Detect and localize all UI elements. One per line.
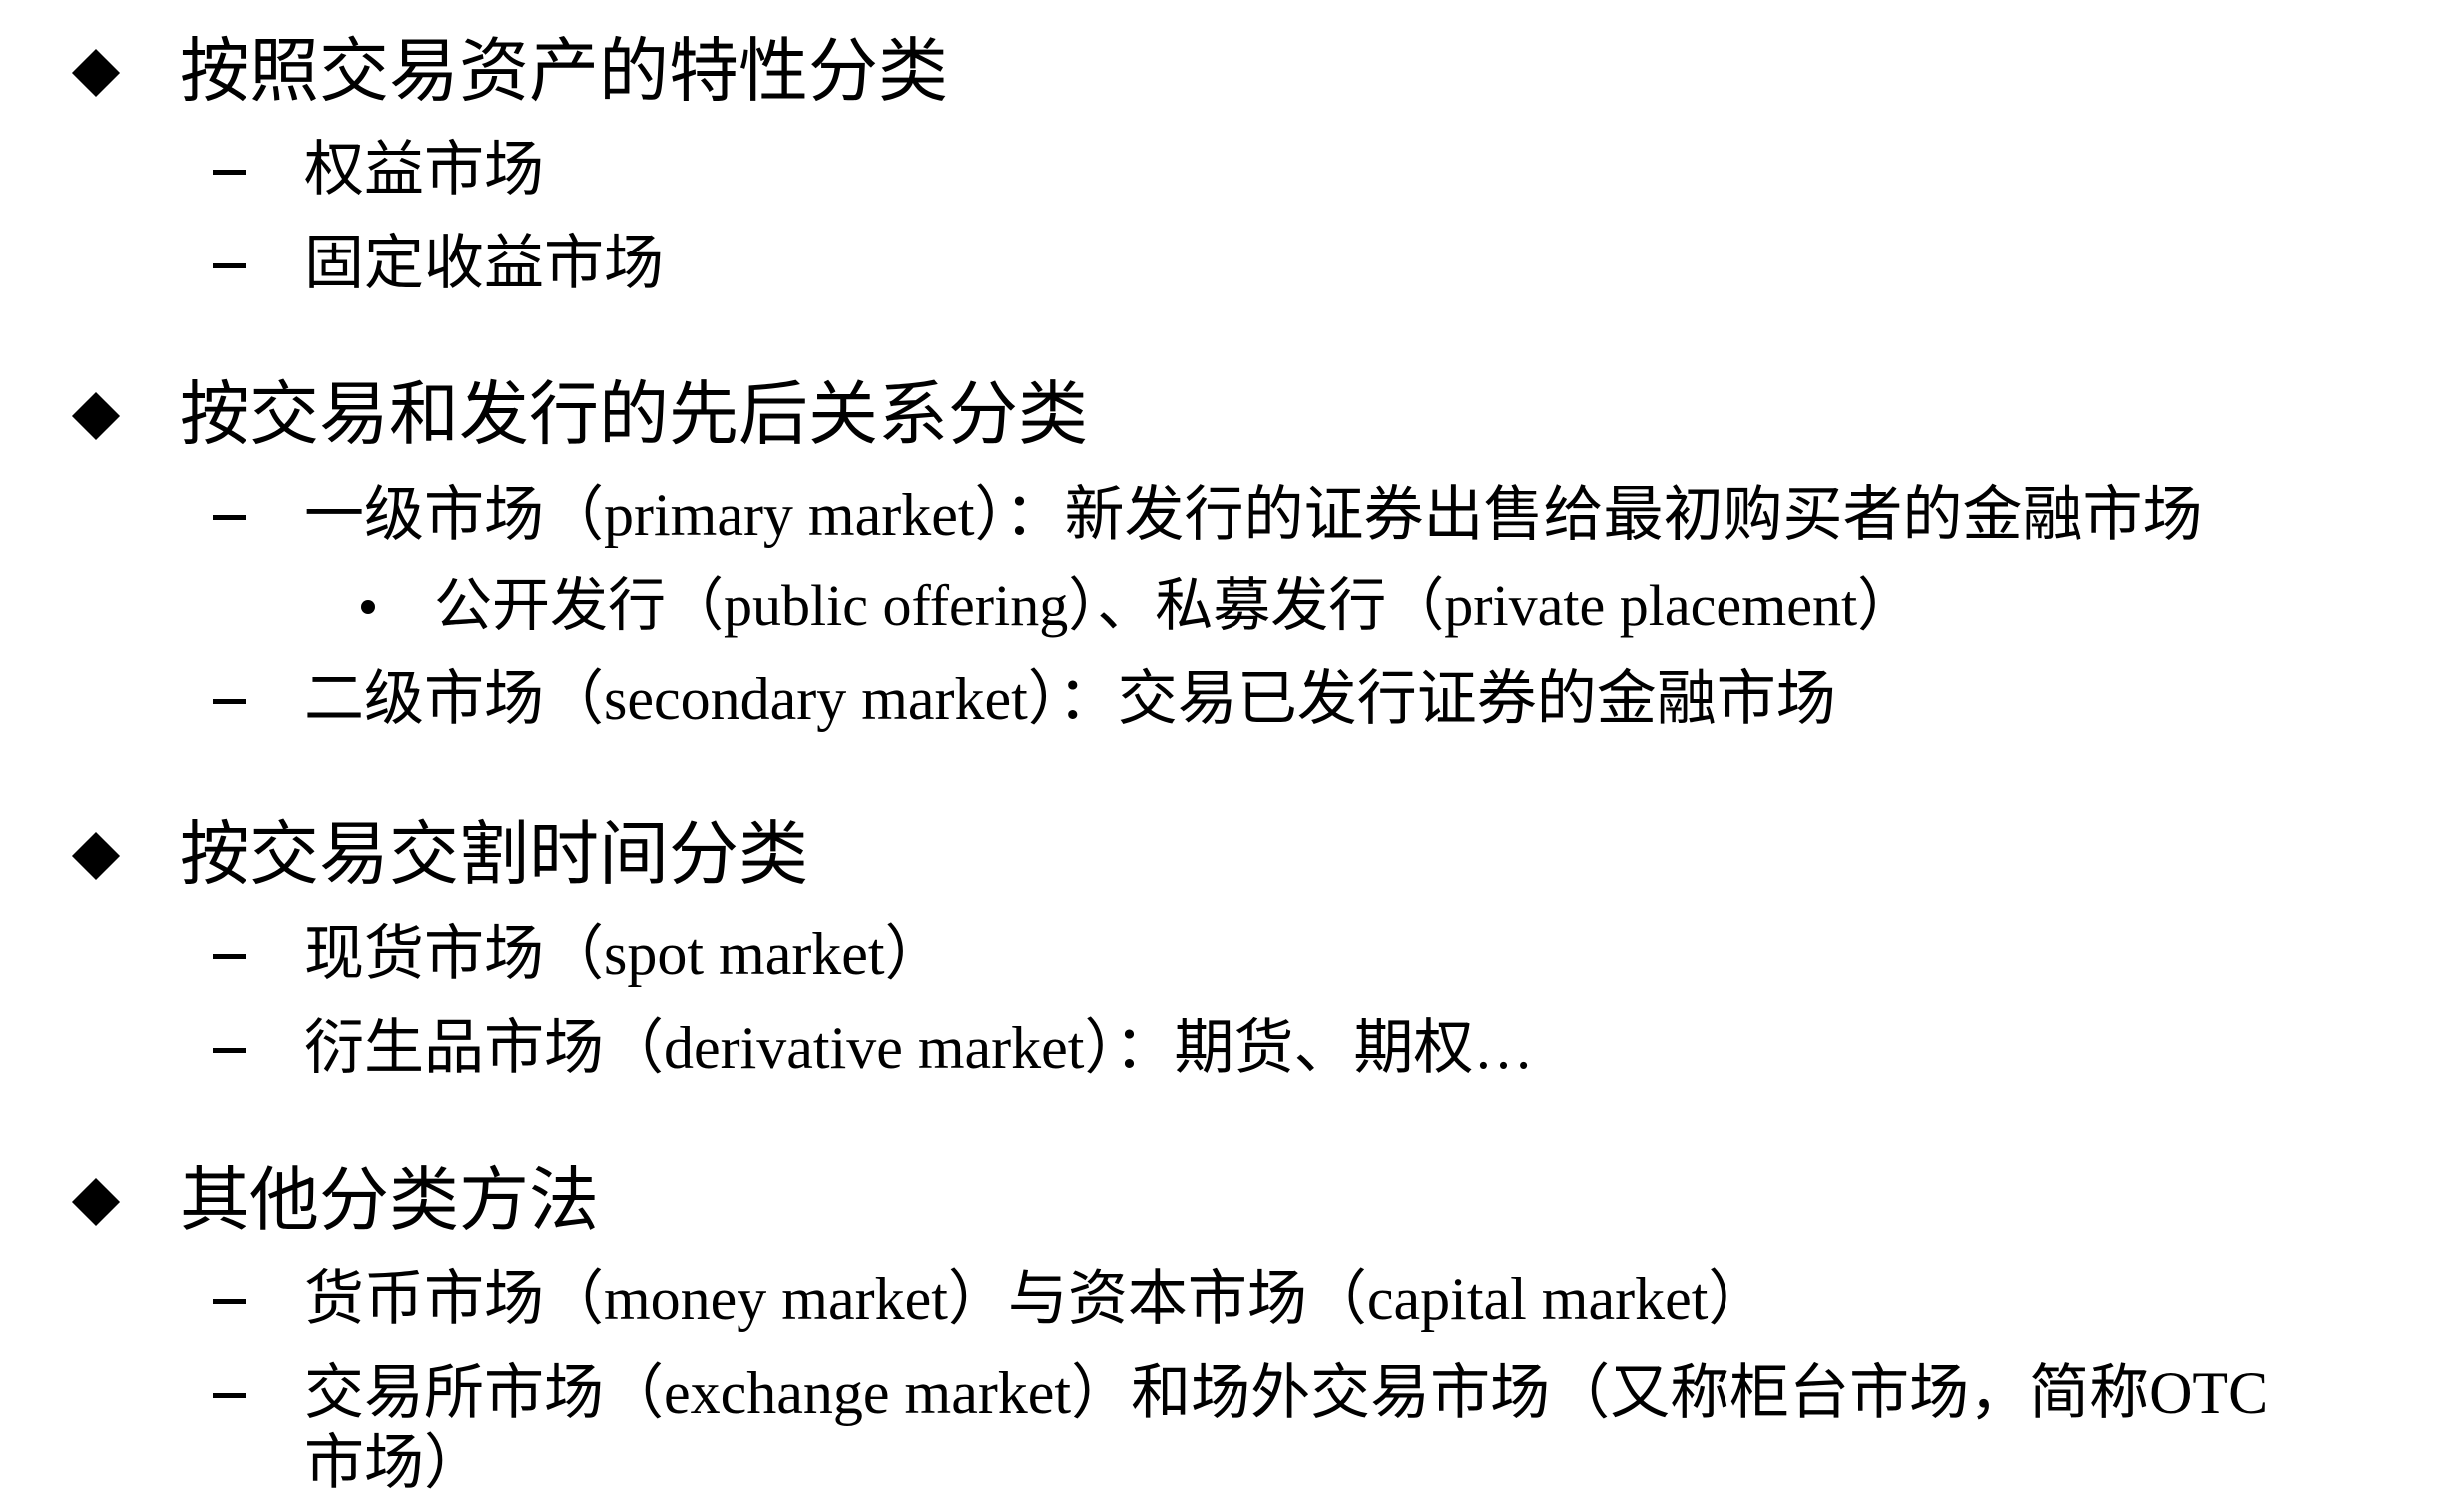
dash-bullet-icon xyxy=(213,515,246,520)
section-heading: 按交易交割时间分类 xyxy=(180,817,808,894)
dash-bullet-icon xyxy=(213,699,246,704)
section-heading: 按交易和发行的先后关系分类 xyxy=(180,377,1088,454)
section-heading: 其他分类方法 xyxy=(180,1163,599,1240)
list-item: 权益市场 xyxy=(304,137,544,203)
diamond-bullet-icon xyxy=(71,1177,121,1227)
diamond-bullet-icon xyxy=(71,391,121,441)
dash-bullet-icon xyxy=(213,1393,246,1398)
dash-bullet-icon xyxy=(213,263,246,268)
dash-bullet-icon xyxy=(213,1048,246,1053)
section-heading: 按照交易资产的特性分类 xyxy=(180,34,948,111)
list-item-continuation: 市场） xyxy=(304,1430,484,1496)
dash-bullet-icon xyxy=(213,170,246,175)
list-item: 固定收益市场 xyxy=(304,231,664,296)
dash-bullet-icon xyxy=(213,1299,246,1304)
list-item: 交易所市场（exchange market）和场外交易市场（又称柜台市场，简称O… xyxy=(304,1360,2269,1426)
list-item: 货币市场（money market）与资本市场（capital market） xyxy=(304,1266,1768,1332)
diamond-bullet-icon xyxy=(71,48,121,98)
diamond-bullet-icon xyxy=(71,831,121,881)
list-item: 现货市场（spot market） xyxy=(304,921,945,987)
dash-bullet-icon xyxy=(213,954,246,959)
sub-list-item: 公开发行（public offering）、私募发行（private place… xyxy=(434,573,1916,638)
list-item: 二级市场（secondary market）：交易已发行证券的金融市场 xyxy=(304,666,1836,732)
list-item: 一级市场（primary market）：新发行的证券出售给最初购买者的金融市场 xyxy=(304,482,2203,548)
list-item: 衍生品市场（derivative market）：期货、期权… xyxy=(304,1015,1534,1081)
dot-bullet-icon xyxy=(361,600,375,614)
